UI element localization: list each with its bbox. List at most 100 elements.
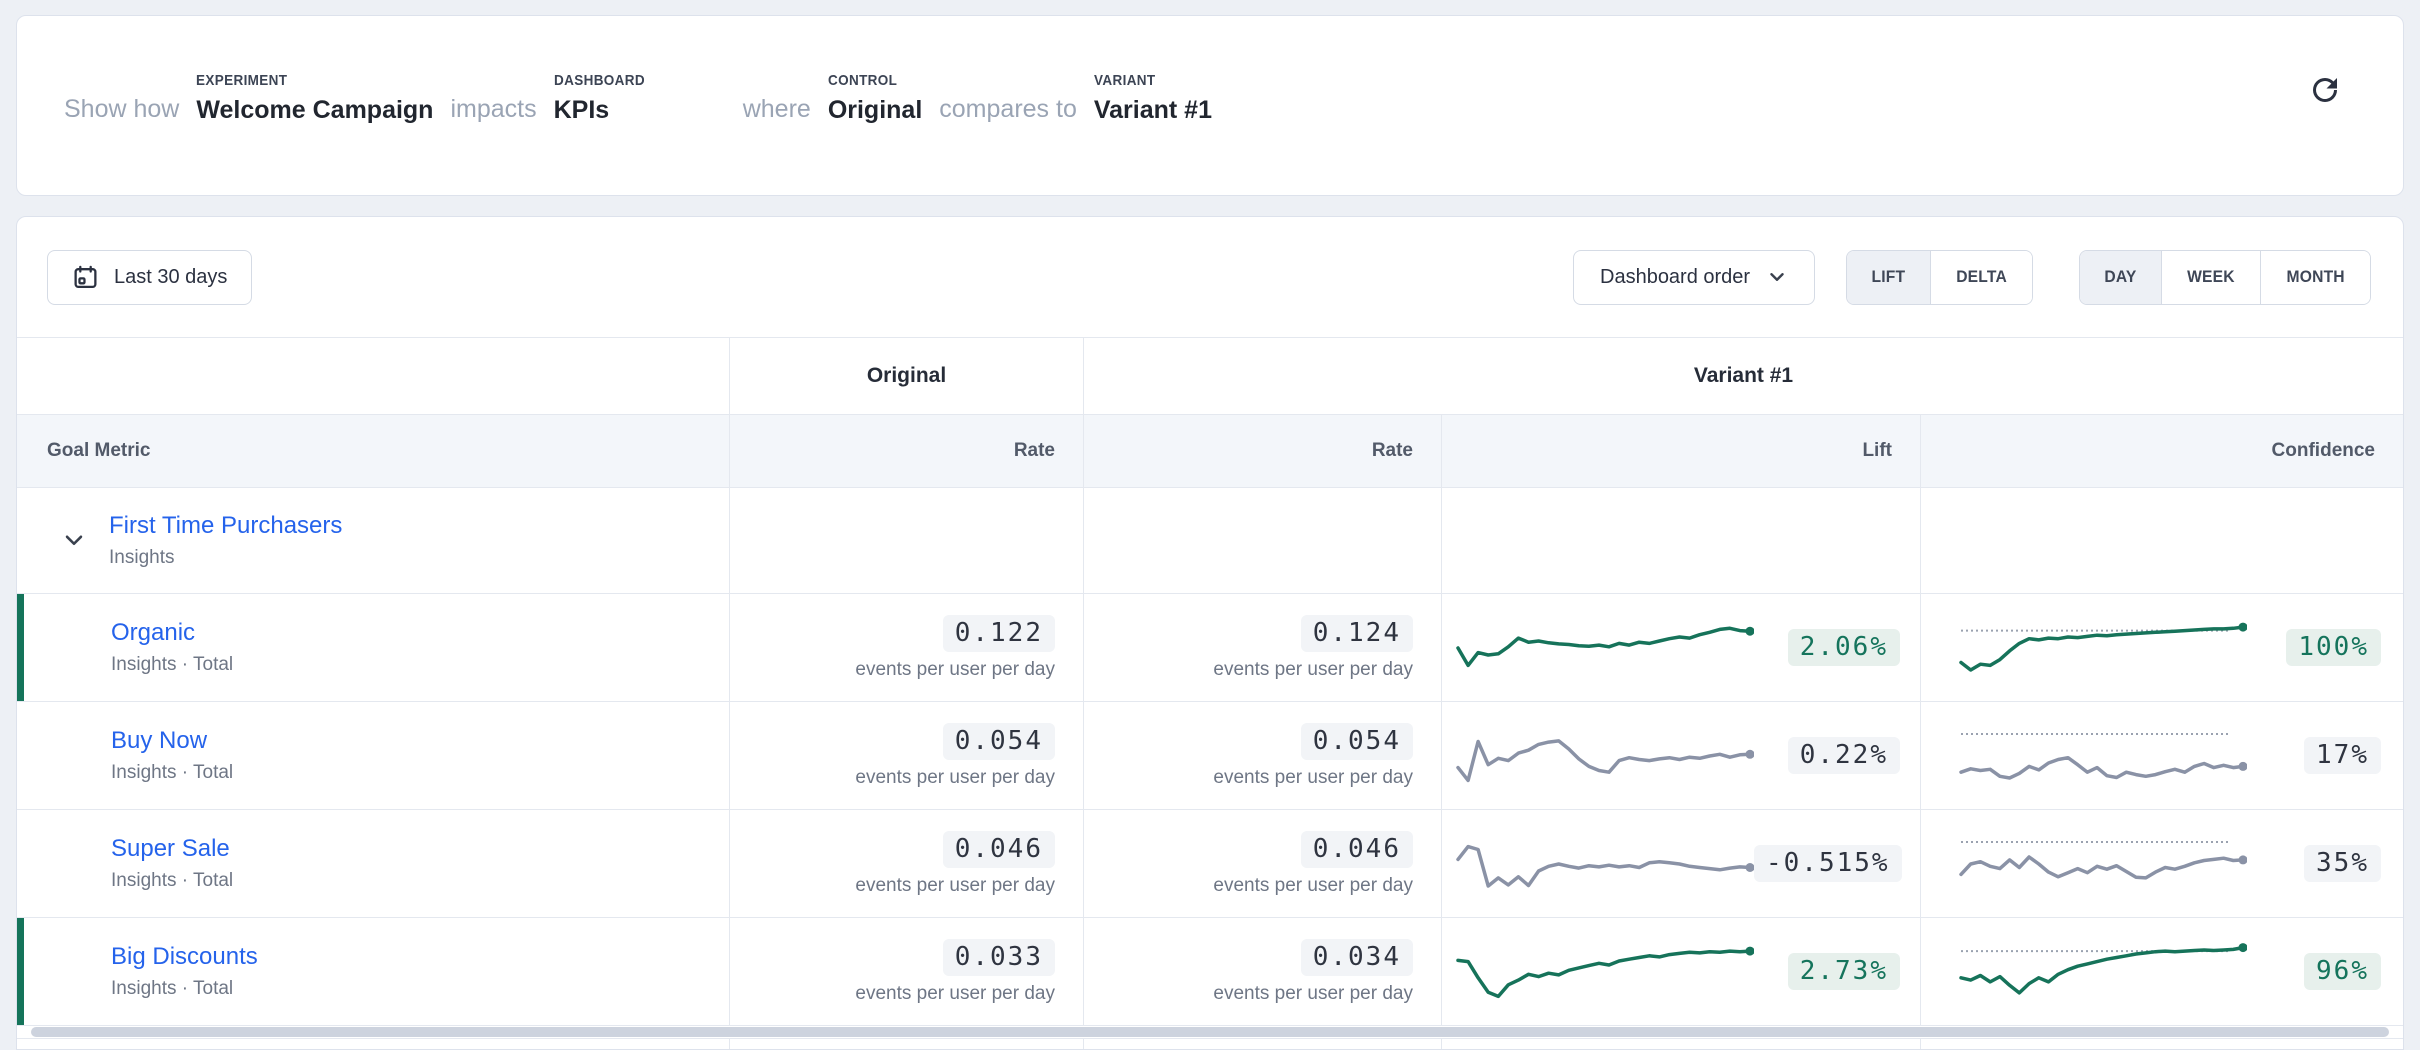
mode-option-lift[interactable]: LIFT	[1847, 251, 1930, 304]
granularity-option-month[interactable]: MONTH	[2260, 251, 2370, 304]
dashboard-label: DASHBOARD	[554, 72, 645, 89]
report-toolbar: Last 30 days Dashboard order LIFT DELTA …	[17, 217, 2403, 337]
rate-value: 0.033	[943, 939, 1055, 976]
metric-subtitle: Insights · Total	[111, 654, 233, 676]
granularity-option-day[interactable]: DAY	[2080, 251, 2161, 304]
empty-cell	[1084, 1038, 1442, 1050]
metrics-table: Original Variant #1 Goal Metric Rate Rat…	[17, 337, 2403, 1026]
mode-toggle: LIFT DELTA	[1846, 250, 2033, 305]
table-column-header-row: Goal Metric Rate Rate Lift Confidence	[17, 415, 2403, 488]
lift-cell: 2.06%	[1442, 594, 1921, 702]
date-range-button[interactable]: Last 30 days	[47, 250, 252, 305]
original-rate-cell: 0.122 events per user per day	[730, 594, 1084, 702]
confidence-sparkline	[1957, 826, 2247, 902]
table-row-partial	[17, 1038, 2403, 1050]
empty-cell	[1442, 1038, 1921, 1050]
group-header-variant: Variant #1	[1084, 338, 2403, 415]
lift-sparkline	[1454, 934, 1754, 1010]
metric-link[interactable]: First Time Purchasers	[109, 512, 342, 541]
metric-cell: Big Discounts Insights · Total	[17, 918, 730, 1026]
column-header-lift: Lift	[1442, 415, 1921, 488]
control-label: CONTROL	[828, 72, 913, 89]
metric-cell: Organic Insights · Total	[17, 594, 730, 702]
lift-sparkline	[1454, 826, 1754, 902]
lift-value: 2.06%	[1788, 629, 1900, 666]
chevron-down-icon	[59, 525, 89, 555]
column-header-original-rate: Rate	[730, 415, 1084, 488]
confidence-cell: 17%	[1921, 702, 2403, 810]
metric-subtitle: Insights · Total	[111, 870, 233, 892]
group-header-empty	[17, 338, 730, 415]
parent-metric-cell: First Time Purchasers Insights	[17, 488, 730, 594]
lift-cell: -0.515%	[1442, 810, 1921, 918]
variant-value[interactable]: Variant #1	[1094, 96, 1212, 125]
refresh-button[interactable]	[2305, 70, 2345, 110]
report-card: Last 30 days Dashboard order LIFT DELTA …	[16, 216, 2404, 1050]
query-prefix: where	[743, 95, 811, 125]
original-rate-cell: 0.033 events per user per day	[730, 918, 1084, 1026]
query-segment-control: where CONTROL Original	[743, 72, 923, 125]
metric-subtitle: Insights · Total	[111, 762, 233, 784]
dashboard-order-dropdown[interactable]: Dashboard order	[1573, 250, 1815, 305]
query-prefix: Show how	[64, 95, 179, 125]
toolbar-right-group: Dashboard order LIFT DELTA DAY WEEK MONT…	[1573, 250, 2371, 305]
empty-cell	[730, 1038, 1084, 1050]
empty-cell	[1084, 488, 1442, 594]
rate-unit: events per user per day	[855, 659, 1055, 681]
metric-link[interactable]: Buy Now	[111, 727, 233, 756]
control-value[interactable]: Original	[828, 96, 922, 125]
metric-link[interactable]: Big Discounts	[111, 943, 258, 972]
rate-unit: events per user per day	[855, 767, 1055, 789]
original-rate-cell: 0.046 events per user per day	[730, 810, 1084, 918]
confidence-value: 96%	[2304, 953, 2381, 990]
confidence-cell: 96%	[1921, 918, 2403, 1026]
query-segment-experiment: Show how EXPERIMENT Welcome Campaign	[64, 72, 433, 125]
rate-unit: events per user per day	[855, 983, 1055, 1005]
rate-value: 0.124	[1301, 615, 1413, 652]
metric-cell: Buy Now Insights · Total	[17, 702, 730, 810]
metric-link[interactable]: Organic	[111, 619, 233, 648]
experiment-label: EXPERIMENT	[196, 72, 409, 89]
mode-option-delta[interactable]: DELTA	[1930, 251, 2032, 304]
experiment-value[interactable]: Welcome Campaign	[196, 96, 433, 125]
confidence-cell: 35%	[1921, 810, 2403, 918]
metric-link[interactable]: Super Sale	[111, 835, 233, 864]
dashboard-order-label: Dashboard order	[1600, 266, 1750, 289]
table-row-parent: First Time Purchasers Insights	[17, 488, 2403, 594]
table-row: Organic Insights · Total 0.122 events pe…	[17, 594, 2403, 702]
variant-rate-cell: 0.124 events per user per day	[1084, 594, 1442, 702]
rate-unit: events per user per day	[855, 875, 1055, 897]
granularity-toggle: DAY WEEK MONTH	[2079, 250, 2371, 305]
column-header-goal-metric: Goal Metric	[17, 415, 730, 488]
confidence-cell: 100%	[1921, 594, 2403, 702]
empty-cell	[730, 488, 1084, 594]
calendar-icon	[72, 264, 99, 291]
rate-value: 0.046	[1301, 831, 1413, 868]
confidence-value: 17%	[2304, 737, 2381, 774]
table-row: Buy Now Insights · Total 0.054 events pe…	[17, 702, 2403, 810]
lift-cell: 0.22%	[1442, 702, 1921, 810]
metric-cell: Super Sale Insights · Total	[17, 810, 730, 918]
empty-cell	[1921, 488, 2403, 594]
rate-unit: events per user per day	[1213, 983, 1413, 1005]
dashboard-value[interactable]: KPIs	[554, 96, 655, 125]
original-rate-cell: 0.054 events per user per day	[730, 702, 1084, 810]
confidence-value: 35%	[2304, 845, 2381, 882]
empty-cell	[17, 1038, 730, 1050]
lift-value: 0.22%	[1788, 737, 1900, 774]
table-group-header-row: Original Variant #1	[17, 338, 2403, 415]
refresh-icon	[2307, 72, 2343, 108]
metric-subtitle: Insights	[109, 547, 342, 569]
table-row: Big Discounts Insights · Total 0.033 eve…	[17, 918, 2403, 1026]
variant-label: VARIANT	[1094, 72, 1200, 89]
rate-unit: events per user per day	[1213, 875, 1413, 897]
variant-rate-cell: 0.046 events per user per day	[1084, 810, 1442, 918]
horizontal-scrollbar[interactable]	[31, 1027, 2389, 1037]
rate-value: 0.122	[943, 615, 1055, 652]
collapse-button[interactable]	[55, 521, 93, 559]
query-builder-card: Show how EXPERIMENT Welcome Campaign imp…	[16, 15, 2404, 196]
lift-cell: 2.73%	[1442, 918, 1921, 1026]
empty-cell	[1442, 488, 1921, 594]
granularity-option-week[interactable]: WEEK	[2161, 251, 2260, 304]
lift-value: -0.515%	[1754, 845, 1902, 882]
